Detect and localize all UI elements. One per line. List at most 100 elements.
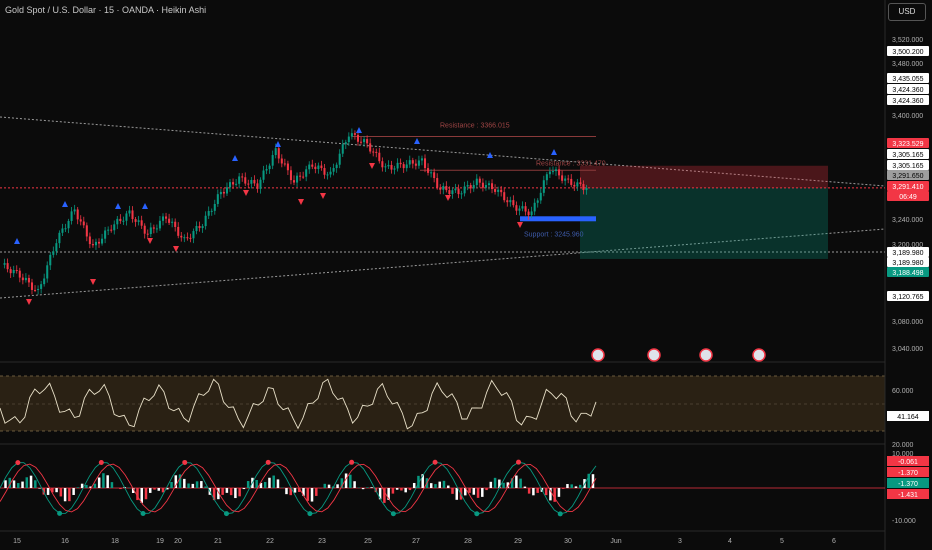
- candle-body: [85, 225, 88, 237]
- candle-body: [567, 178, 570, 180]
- macd-histogram-bar: [493, 477, 497, 488]
- pivot-low-marker: [147, 238, 153, 244]
- candle-body: [27, 277, 30, 283]
- candle-body: [299, 175, 302, 177]
- candle-body: [149, 227, 152, 235]
- candle-body: [457, 188, 460, 195]
- pivot-low-marker: [90, 279, 96, 285]
- candle-body: [484, 185, 487, 188]
- macd-histogram-bar: [544, 488, 548, 496]
- price-badge-text: 3,120.765: [892, 294, 923, 301]
- macd-histogram-bar: [574, 486, 578, 488]
- candle-body: [445, 186, 448, 191]
- candle-body: [207, 210, 210, 216]
- candle-body: [323, 168, 326, 175]
- economic-event-flag-icon[interactable]: [752, 348, 766, 362]
- candle-body: [408, 160, 411, 165]
- candle-body: [265, 169, 268, 171]
- macd-histogram-bar: [391, 488, 395, 494]
- candle-body: [360, 141, 363, 143]
- candle-body: [91, 244, 94, 246]
- candle-body: [6, 263, 9, 270]
- macd-histogram-bar: [455, 488, 459, 500]
- price-badge-text: 3,188.498: [892, 270, 923, 277]
- candle-body: [481, 182, 484, 188]
- candle-body: [332, 168, 335, 172]
- candle-body: [363, 139, 366, 143]
- rsi-tick: 60.000: [892, 388, 914, 395]
- candle-body: [305, 169, 308, 177]
- macd-histogram-bar: [144, 488, 148, 500]
- candle-body: [137, 220, 140, 222]
- macd-histogram-bar: [161, 488, 165, 493]
- pivot-high-marker: [14, 238, 20, 244]
- macd-histogram-bar: [336, 484, 339, 488]
- price-badge-text: 3,291.410: [892, 184, 923, 191]
- macd-badge-text: -1.431: [898, 492, 918, 499]
- macd-histogram-bar: [404, 488, 407, 493]
- macd-histogram-bar: [566, 484, 569, 488]
- macd-histogram-bar: [12, 480, 16, 488]
- candle-body: [527, 211, 530, 216]
- price-badge-text: 3,291.650: [892, 173, 923, 180]
- macd-histogram-bar: [234, 488, 237, 499]
- candle-body: [487, 183, 491, 186]
- candle-body: [369, 143, 372, 152]
- candle-body: [88, 236, 91, 245]
- candle-body: [79, 219, 82, 222]
- candle-body: [268, 165, 271, 170]
- economic-event-flag-icon[interactable]: [699, 348, 713, 362]
- macd-cross-dot: [516, 459, 522, 465]
- macd-histogram-bar: [204, 486, 207, 488]
- candle-body: [551, 171, 554, 173]
- candle-body: [427, 168, 430, 173]
- candle-body: [381, 161, 384, 168]
- macd-histogram-bar: [578, 484, 582, 488]
- candle-body: [320, 165, 323, 169]
- candle-body: [107, 229, 110, 231]
- chart-canvas[interactable]: Resistance : 3366.015 Resistance : 3331.4…: [0, 0, 932, 550]
- economic-event-flag-icon[interactable]: [647, 348, 661, 362]
- macd-histogram-bar: [306, 488, 310, 501]
- macd-histogram-bar: [25, 477, 29, 488]
- time-axis-tick: 18: [111, 538, 119, 545]
- candle-body: [314, 166, 317, 170]
- candle-body: [256, 183, 259, 189]
- candle-body: [469, 185, 472, 189]
- macd-cross-dot: [223, 511, 229, 517]
- candle-body: [34, 289, 37, 291]
- macd-histogram-bar: [315, 488, 318, 496]
- macd-histogram-bar: [527, 488, 531, 494]
- candle-body: [183, 237, 186, 239]
- support-label: Support : 3245.960: [524, 231, 584, 238]
- macd-histogram-bar: [38, 488, 41, 489]
- candle-body: [174, 221, 177, 227]
- macd-histogram-bar: [468, 488, 471, 493]
- macd-histogram-bar: [361, 488, 365, 490]
- candle-body: [52, 251, 55, 255]
- economic-event-flag-icon[interactable]: [591, 348, 605, 362]
- candle-body: [271, 155, 274, 166]
- macd-histogram-bar: [400, 488, 403, 491]
- candle-body: [198, 225, 201, 229]
- macd-histogram-bar: [97, 477, 101, 488]
- candle-body: [238, 176, 241, 184]
- price-axis-tick: 3,040.000: [892, 346, 923, 353]
- candle-body: [561, 175, 564, 181]
- candle-body: [289, 170, 292, 181]
- macd-histogram-bar: [170, 481, 173, 488]
- macd-cross-dot: [98, 460, 104, 466]
- candle-body: [143, 225, 146, 234]
- candle-body: [55, 243, 58, 252]
- macd-histogram-bar: [242, 488, 246, 490]
- candle-body: [500, 189, 503, 193]
- candle-body: [67, 220, 70, 229]
- candle-body: [436, 178, 439, 188]
- candle-body: [466, 185, 469, 187]
- resistance-label-1: Resistance : 3366.015: [440, 122, 510, 129]
- candle-body: [140, 220, 143, 226]
- macd-histogram-bar: [225, 488, 229, 493]
- candle-body: [9, 269, 12, 274]
- macd-histogram-bar: [310, 488, 314, 502]
- candle-body: [286, 163, 289, 171]
